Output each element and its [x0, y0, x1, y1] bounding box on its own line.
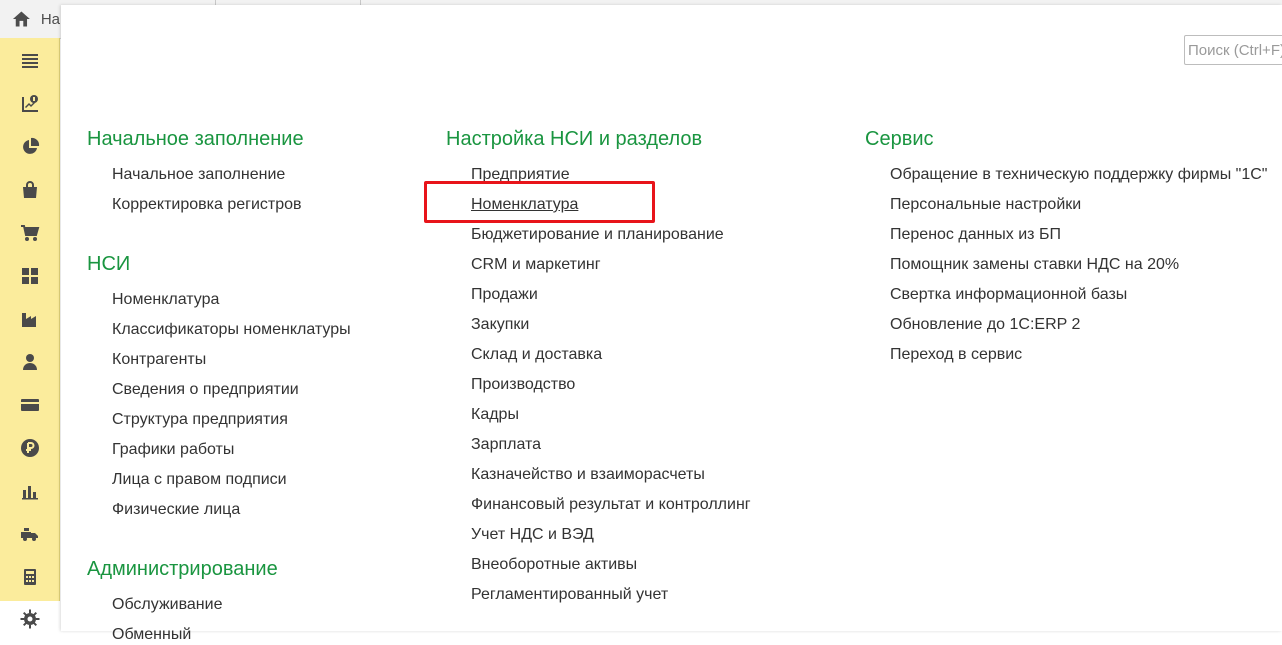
section-title: Настройка НСИ и разделов [446, 128, 703, 150]
shopping-bag-icon [23, 181, 37, 198]
home-tab-label: На [40, 10, 60, 28]
cash-flow-icon [22, 95, 38, 112]
link-sales[interactable]: Продажи [471, 285, 538, 305]
search-input[interactable] [1184, 35, 1282, 65]
ruble-icon [21, 439, 39, 457]
calculator-icon [24, 569, 36, 585]
sidebar-item-warehouse[interactable] [0, 258, 60, 294]
sections-panel: Начальное заполнение Начальное заполнени… [61, 5, 1282, 643]
menu-icon [22, 54, 38, 68]
link-hr[interactable]: Кадры [471, 405, 519, 425]
sidebar-item-sales[interactable] [0, 172, 60, 208]
gear-icon [20, 609, 40, 629]
sidebar-item-reports[interactable] [0, 473, 60, 509]
home-button[interactable]: На [0, 0, 60, 38]
person-icon [23, 354, 37, 370]
warehouse-grid-icon [22, 268, 38, 284]
link-go-to-service[interactable]: Переход в сервис [890, 345, 1022, 365]
link-treasury[interactable]: Казначейство и взаиморасчеты [471, 465, 705, 485]
link-financial-result[interactable]: Финансовый результат и контроллинг [471, 495, 751, 515]
link-counterparties[interactable]: Контрагенты [112, 350, 206, 370]
bar-chart-icon [22, 486, 38, 500]
link-tech-support[interactable]: Обращение в техническую поддержку фирмы … [890, 165, 1267, 185]
link-individuals[interactable]: Физические лица [112, 500, 240, 520]
sidebar-item-main-menu[interactable] [0, 43, 60, 79]
link-crm[interactable]: CRM и маркетинг [471, 255, 601, 275]
link-maintenance[interactable]: Обслуживание [112, 595, 222, 615]
sidebar-item-logistics[interactable] [0, 516, 60, 552]
link-data-transfer[interactable]: Перенос данных из БП [890, 225, 1061, 245]
factory-icon [22, 313, 36, 327]
sidebar-item-purchases[interactable] [0, 215, 60, 251]
cart-icon [21, 225, 40, 241]
sidebar-item-treasury[interactable] [0, 387, 60, 423]
link-company-structure[interactable]: Структура предприятия [112, 410, 288, 430]
link-company-info[interactable]: Сведения о предприятии [112, 380, 299, 400]
section-title: Начальное заполнение [87, 128, 304, 150]
link-salary[interactable]: Зарплата [471, 435, 541, 455]
card-icon [21, 399, 39, 411]
sidebar-item-budgeting[interactable] [0, 86, 60, 122]
link-database-collapse[interactable]: Свертка информационной базы [890, 285, 1127, 305]
link-work-schedules[interactable]: Графики работы [112, 440, 234, 460]
link-purchases[interactable]: Закупки [471, 315, 529, 335]
section-title: Администрирование [87, 558, 278, 580]
link-production[interactable]: Производство [471, 375, 575, 395]
sidebar-item-finance[interactable] [0, 430, 60, 466]
sidebar-item-production[interactable] [0, 301, 60, 337]
link-vat[interactable]: Учет НДС и ВЭД [471, 525, 594, 545]
link-personal-settings[interactable]: Персональные настройки [890, 195, 1081, 215]
section-title: НСИ [87, 253, 131, 275]
sections-sidebar [0, 38, 60, 637]
link-budgeting[interactable]: Бюджетирование и планирование [471, 225, 724, 245]
link-fixed-assets[interactable]: Внеоборотные активы [471, 555, 637, 575]
sidebar-item-administration[interactable] [0, 601, 60, 637]
link-nomenclature-classifiers[interactable]: Классификаторы номенклатуры [112, 320, 351, 340]
link-vat-rate-assistant[interactable]: Помощник замены ставки НДС на 20% [890, 255, 1179, 275]
link-regulated-accounting[interactable]: Регламентированный учет [471, 585, 668, 605]
pie-chart-icon [23, 137, 40, 154]
truck-icon [21, 528, 38, 541]
link-signatories[interactable]: Лица с правом подписи [112, 470, 287, 490]
link-exchange[interactable]: Обменный [112, 625, 191, 645]
sidebar-item-hr[interactable] [0, 344, 60, 380]
link-nomenclature[interactable]: Номенклатура [112, 290, 219, 310]
link-warehouse[interactable]: Склад и доставка [471, 345, 602, 365]
link-erp-update[interactable]: Обновление до 1С:ERP 2 [890, 315, 1080, 335]
link-register-correction[interactable]: Корректировка регистров [112, 195, 302, 215]
home-icon [12, 11, 30, 27]
link-initial-filling[interactable]: Начальное заполнение [112, 165, 285, 185]
section-title: Сервис [865, 128, 934, 150]
highlight-box [424, 181, 655, 223]
sidebar-item-analytics[interactable] [0, 129, 60, 165]
sidebar-item-accounting[interactable] [0, 559, 60, 595]
